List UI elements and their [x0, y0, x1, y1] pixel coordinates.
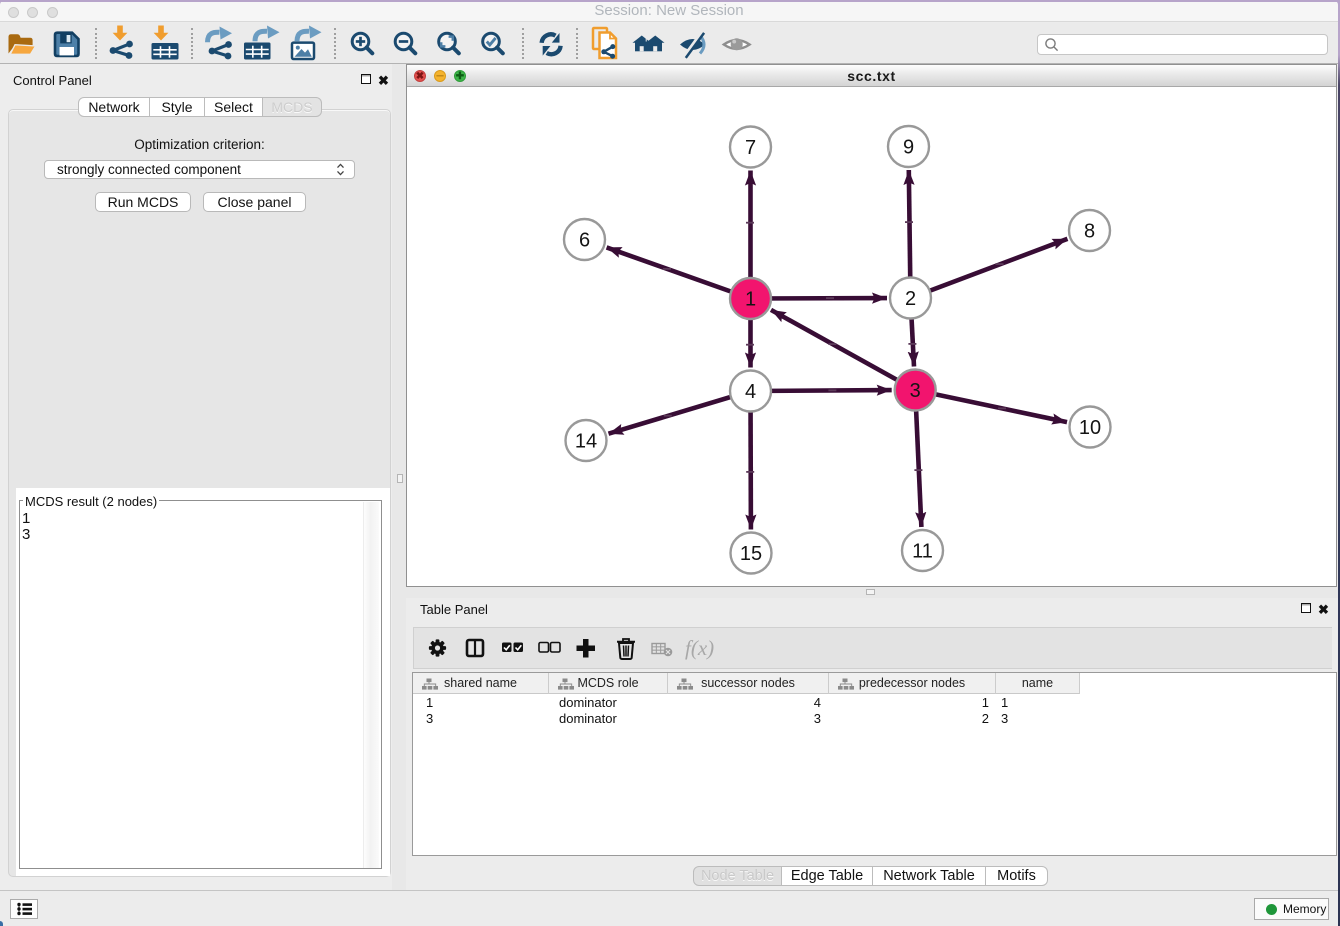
svg-text:6: 6: [579, 230, 590, 252]
svg-text:3: 3: [910, 380, 921, 402]
svg-text:15: 15: [740, 543, 762, 565]
svg-text:f(x): f(x): [685, 636, 714, 660]
svg-text:4: 4: [745, 381, 756, 403]
svg-text:1: 1: [745, 289, 756, 311]
svg-text:2: 2: [905, 288, 916, 310]
svg-text:11: 11: [912, 541, 933, 563]
svg-text:7: 7: [745, 137, 756, 159]
svg-text:8: 8: [1084, 221, 1095, 243]
svg-text:14: 14: [575, 431, 597, 453]
svg-text:9: 9: [903, 137, 914, 159]
svg-text:10: 10: [1079, 417, 1101, 439]
